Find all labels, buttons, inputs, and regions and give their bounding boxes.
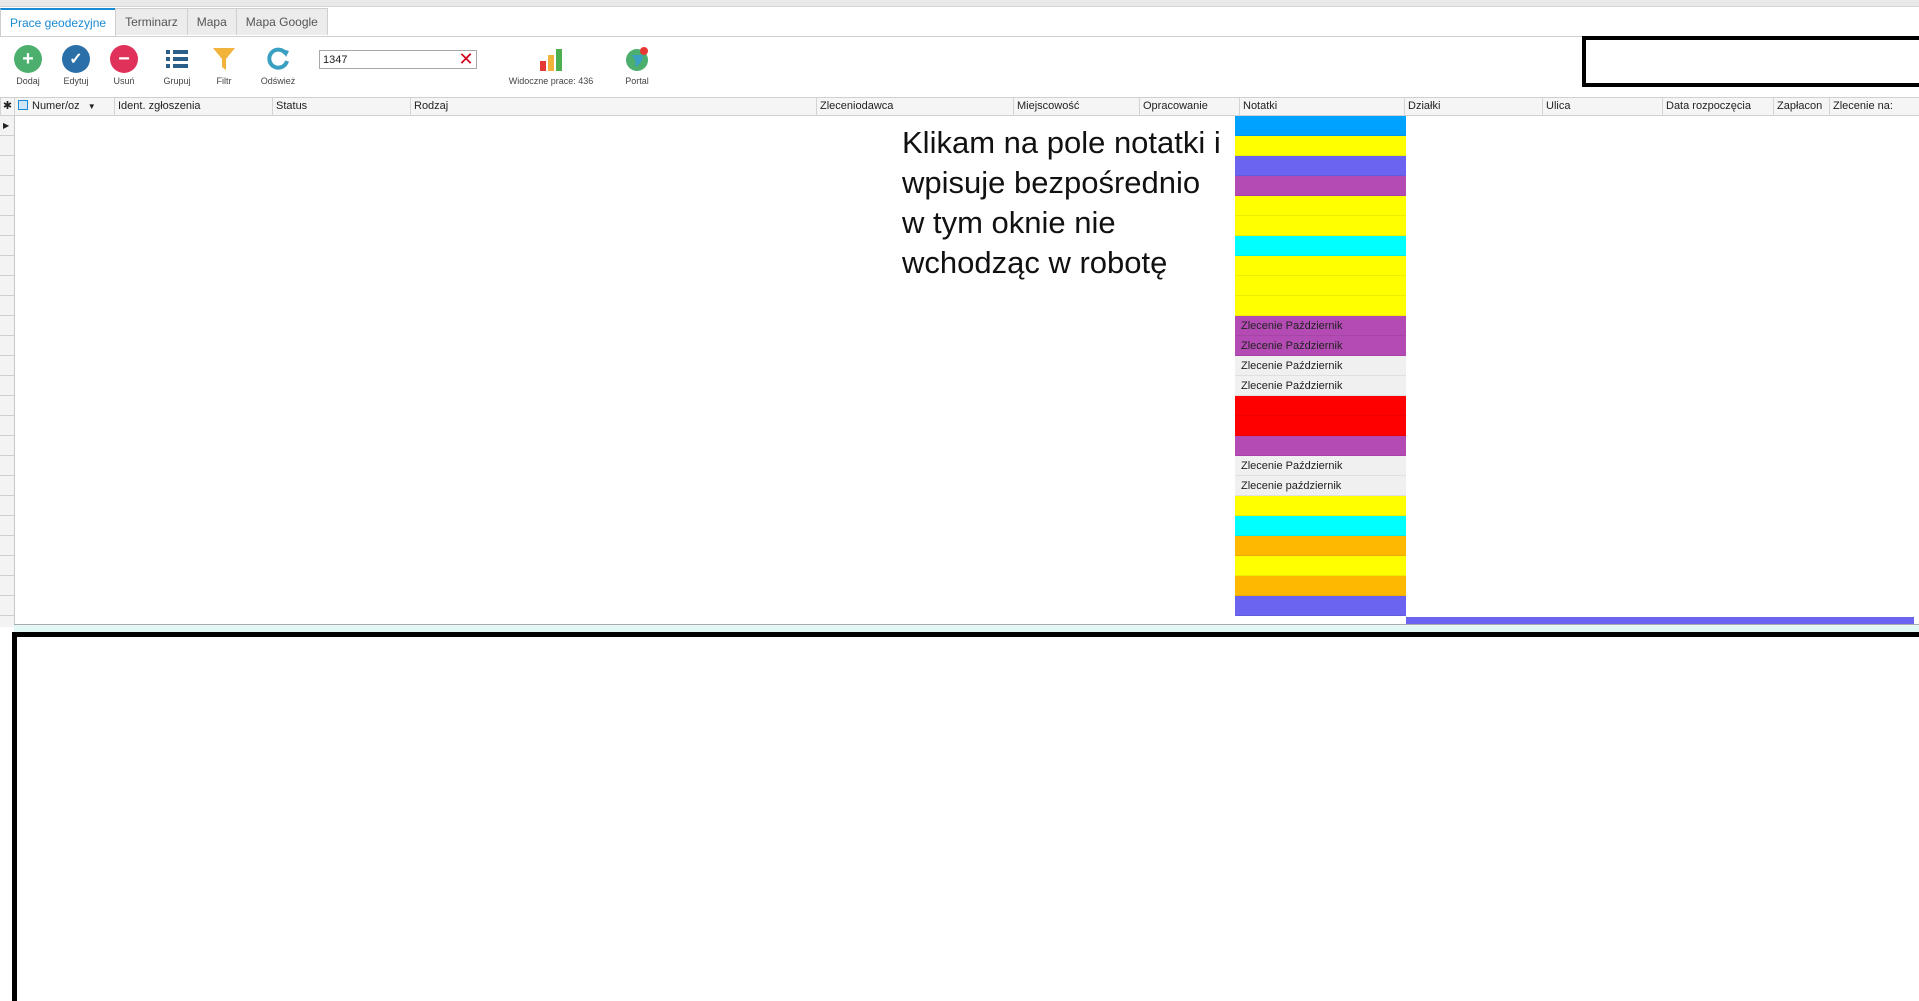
bar-chart-icon: [537, 45, 565, 73]
col-zleceniodawca[interactable]: Zleceniodawca: [816, 98, 1013, 115]
note-cell[interactable]: [1235, 516, 1406, 536]
tab-mapa-google[interactable]: Mapa Google: [235, 8, 328, 35]
plus-icon: +: [14, 45, 42, 73]
filter-button[interactable]: Filtr: [208, 45, 240, 86]
note-cell[interactable]: Zlecenie Październik: [1235, 356, 1406, 376]
visible-works-label: Widoczne prace: 436: [508, 76, 594, 86]
sort-desc-icon: ▼: [87, 102, 96, 111]
note-cell[interactable]: [1235, 276, 1406, 296]
select-all-checkbox[interactable]: [18, 100, 28, 110]
note-cell[interactable]: [1235, 116, 1406, 136]
note-cell[interactable]: [1235, 136, 1406, 156]
portal-label: Portal: [625, 76, 649, 86]
highlight-frame-bottom: [12, 632, 1919, 1001]
col-miejscowosc[interactable]: Miejscowość: [1013, 98, 1139, 115]
note-cell[interactable]: [1235, 416, 1406, 436]
edit-label: Edytuj: [63, 76, 89, 86]
grid-header: ✱ Numer/oz ▼ Ident. zgłoszenia Status Rod…: [0, 97, 1919, 116]
refresh-button[interactable]: Odśwież: [260, 45, 296, 86]
col-data-rozpoczecia[interactable]: Data rozpoczęcia: [1662, 98, 1773, 115]
col-rodzaj[interactable]: Rodzaj: [410, 98, 816, 115]
col-numer-label: Numer/oz: [32, 100, 80, 112]
tab-terminarz[interactable]: Terminarz: [115, 8, 188, 35]
notes-column: Zlecenie Październik Zlecenie Październi…: [1235, 116, 1406, 616]
add-button[interactable]: + Dodaj: [12, 45, 44, 86]
col-ident[interactable]: Ident. zgłoszenia: [114, 98, 272, 115]
clear-search-icon[interactable]: ✕: [458, 50, 474, 68]
highlight-frame-top: [1582, 36, 1919, 87]
portal-button[interactable]: Portal: [620, 45, 654, 86]
title-strip: [0, 0, 1919, 7]
selected-row-highlight: [1406, 617, 1914, 624]
add-label: Dodaj: [16, 76, 40, 86]
delete-label: Usuń: [113, 76, 135, 86]
note-cell[interactable]: [1235, 536, 1406, 556]
note-cell[interactable]: [1235, 296, 1406, 316]
col-zaplacone[interactable]: Zapłacon: [1773, 98, 1829, 115]
tab-mapa[interactable]: Mapa: [186, 8, 237, 35]
note-cell[interactable]: [1235, 556, 1406, 576]
main-tabs: Prace geodezyjne Terminarz Mapa Mapa Goo…: [0, 8, 328, 36]
edit-button[interactable]: ✓ Edytuj: [60, 45, 92, 86]
note-cell[interactable]: Zlecenie Październik: [1235, 376, 1406, 396]
note-cell[interactable]: Zlecenie Październik: [1235, 336, 1406, 356]
note-cell[interactable]: [1235, 576, 1406, 596]
note-cell[interactable]: Zlecenie Październik: [1235, 316, 1406, 336]
note-cell[interactable]: [1235, 216, 1406, 236]
delete-button[interactable]: − Usuń: [108, 45, 140, 86]
row-selector-column[interactable]: ▶: [0, 116, 15, 627]
globe-icon: [623, 45, 651, 73]
note-cell[interactable]: [1235, 156, 1406, 176]
note-cell[interactable]: Zlecenie Październik: [1235, 456, 1406, 476]
funnel-icon: [210, 45, 238, 73]
note-cell[interactable]: [1235, 196, 1406, 216]
note-cell[interactable]: [1235, 256, 1406, 276]
note-cell[interactable]: [1235, 596, 1406, 616]
note-cell[interactable]: Zlecenie październik: [1235, 476, 1406, 496]
checkmark-icon: ✓: [62, 45, 90, 73]
search-input[interactable]: 1347: [319, 50, 477, 69]
col-dzialki[interactable]: Działki: [1404, 98, 1542, 115]
annotation-text: Klikam na pole notatki i wpisuje bezpośr…: [902, 125, 1221, 280]
col-zlecenie-na[interactable]: Zlecenie na:: [1829, 98, 1919, 115]
refresh-label: Odśwież: [260, 76, 296, 86]
visible-works-button[interactable]: Widoczne prace: 436: [506, 45, 596, 86]
col-opracowanie[interactable]: Opracowanie: [1139, 98, 1239, 115]
note-cell[interactable]: [1235, 176, 1406, 196]
group-label: Grupuj: [163, 76, 191, 86]
filter-label: Filtr: [216, 76, 232, 86]
col-ulica[interactable]: Ulica: [1542, 98, 1662, 115]
refresh-icon: [264, 45, 292, 73]
col-notatki[interactable]: Notatki: [1239, 98, 1404, 115]
note-cell[interactable]: [1235, 436, 1406, 456]
list-icon: [163, 45, 191, 73]
current-row-icon: ▶: [3, 121, 10, 130]
note-cell[interactable]: [1235, 496, 1406, 516]
col-numer[interactable]: Numer/oz ▼: [14, 98, 114, 115]
note-cell[interactable]: [1235, 236, 1406, 256]
col-status[interactable]: Status: [272, 98, 410, 115]
tab-prace-geodezyjne[interactable]: Prace geodezyjne: [0, 8, 117, 36]
minus-icon: −: [110, 45, 138, 73]
group-button[interactable]: Grupuj: [160, 45, 194, 86]
header-options-icon[interactable]: ✱: [0, 98, 14, 115]
note-cell[interactable]: [1235, 396, 1406, 416]
